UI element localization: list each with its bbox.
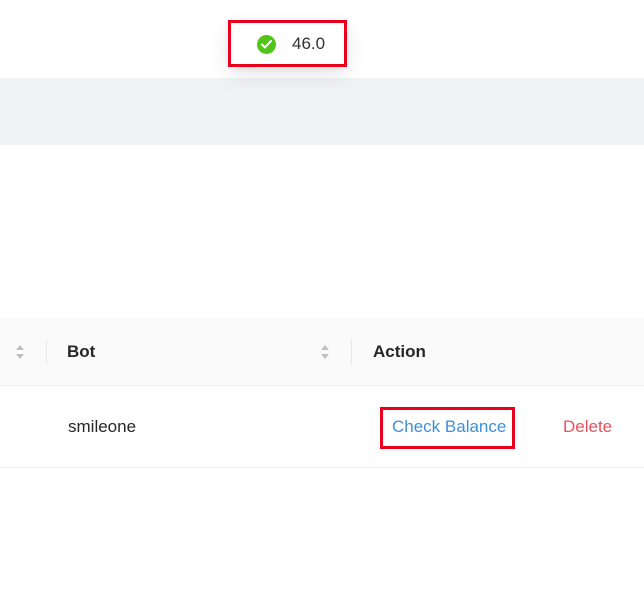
column-header-bot[interactable]: Bot xyxy=(67,342,95,362)
column-header-action: Action xyxy=(373,342,426,361)
page: 46.0 Bot Action smileone Check Balance D… xyxy=(0,0,644,595)
column-separator xyxy=(46,339,47,365)
column-separator xyxy=(351,339,352,365)
delete-link[interactable]: Delete xyxy=(563,417,612,437)
check-circle-icon xyxy=(257,35,276,54)
toast-text: 46.0 xyxy=(292,34,326,53)
check-balance-link[interactable]: Check Balance xyxy=(392,417,506,437)
sort-icon[interactable] xyxy=(320,343,330,361)
sort-icon[interactable] xyxy=(15,343,25,361)
table-row: smileone Check Balance Delete xyxy=(0,386,644,468)
header-band xyxy=(0,78,644,145)
toast-message: 46.0 xyxy=(228,20,347,67)
table-header: Bot Action xyxy=(0,318,644,386)
bot-name-cell: smileone xyxy=(68,417,137,436)
